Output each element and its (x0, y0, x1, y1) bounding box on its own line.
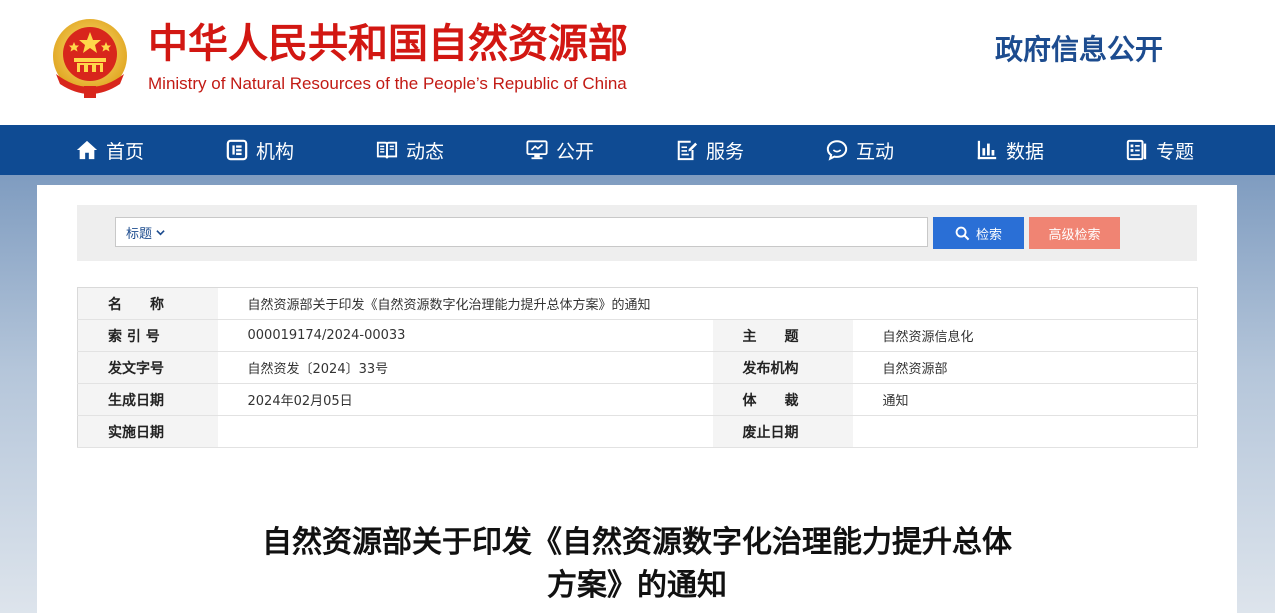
table-row: 名 称 自然资源部关于印发《自然资源数字化治理能力提升总体方案》的通知 (77, 287, 1198, 320)
nav-item-topics[interactable]: 专题 (1126, 125, 1194, 175)
nav-item-label: 服务 (706, 140, 745, 163)
meta-value-publisher: 自然资源部 (852, 351, 1198, 384)
nav-item-label: 动态 (406, 140, 445, 163)
bar-chart-icon (977, 140, 997, 160)
document-metadata-table: 名 称 自然资源部关于印发《自然资源数字化治理能力提升总体方案》的通知 索 引 … (77, 287, 1199, 448)
meta-value-topic: 自然资源信息化 (852, 319, 1198, 352)
meta-key-publisher: 发布机构 (712, 351, 853, 384)
meta-value-expiry-date (852, 415, 1198, 448)
nav-item-label: 首页 (106, 140, 145, 163)
nav-item-label: 数据 (1006, 140, 1045, 163)
advanced-search-label: 高级检索 (1048, 227, 1101, 243)
organization-icon (226, 139, 248, 161)
content-panel: 标题 检索 高级检索 名 称 自然资源部关于印发《自然资源数字化治理能力提升总体… (37, 185, 1237, 613)
search-scope-label: 标题 (126, 226, 153, 242)
meta-key-created-date: 生成日期 (77, 383, 218, 416)
search-box: 标题 (115, 217, 928, 247)
nav-item-label: 机构 (256, 140, 295, 163)
search-panel: 标题 检索 高级检索 (77, 205, 1197, 261)
meta-key-topic: 主 题 (712, 319, 853, 352)
advanced-search-button[interactable]: 高级检索 (1029, 217, 1120, 249)
table-row: 实施日期 废止日期 (77, 415, 1198, 448)
meta-value-genre: 通知 (852, 383, 1198, 416)
site-title-cn[interactable]: 中华人民共和国自然资源部 (148, 20, 628, 68)
chat-icon (826, 140, 848, 161)
site-header: 中华人民共和国自然资源部 Ministry of Natural Resourc… (0, 0, 1275, 125)
meta-key-doc-number: 发文字号 (77, 351, 218, 384)
meta-value-created-date: 2024年02月05日 (217, 383, 713, 416)
table-row: 索 引 号 000019174/2024-00033 主 题 自然资源信息化 (77, 319, 1198, 352)
table-row: 发文字号 自然资发〔2024〕33号 发布机构 自然资源部 (77, 351, 1198, 384)
monitor-icon (526, 140, 548, 160)
book-icon (376, 141, 398, 159)
home-icon (76, 140, 98, 160)
article-title-line: 自然资源部关于印发《自然资源数字化治理能力提升总体 (262, 525, 1012, 560)
nav-item-organization[interactable]: 机构 (226, 125, 294, 175)
nav-item-service[interactable]: 服务 (676, 125, 744, 175)
meta-key-expiry-date: 废止日期 (712, 415, 853, 448)
meta-value-effective-date (217, 415, 713, 448)
document-list-icon (1126, 139, 1147, 161)
meta-value-index: 000019174/2024-00033 (217, 319, 713, 352)
meta-key-genre: 体 裁 (712, 383, 853, 416)
search-button-label: 检索 (975, 227, 1002, 243)
meta-key-name: 名 称 (77, 287, 218, 320)
table-row: 生成日期 2024年02月05日 体 裁 通知 (77, 383, 1198, 416)
search-icon (955, 226, 970, 240)
edit-icon (677, 140, 698, 161)
search-button[interactable]: 检索 (933, 217, 1024, 249)
nav-item-label: 专题 (1156, 140, 1195, 163)
meta-key-index: 索 引 号 (77, 319, 218, 352)
meta-key-effective-date: 实施日期 (77, 415, 218, 448)
chevron-down-icon (156, 229, 165, 235)
article-title: 自然资源部关于印发《自然资源数字化治理能力提升总体 方案》的通知 (227, 521, 1047, 607)
search-scope-select[interactable]: 标题 (126, 218, 165, 246)
nav-item-label: 互动 (856, 140, 895, 163)
article-title-line: 方案》的通知 (547, 568, 727, 603)
site-title-en[interactable]: Ministry of Natural Resources of the Peo… (148, 73, 627, 95)
main-nav: 首页 机构 动态 公开 服务 互动 数据 专题 (0, 125, 1275, 175)
nav-item-interaction[interactable]: 互动 (826, 125, 894, 175)
meta-value-name: 自然资源部关于印发《自然资源数字化治理能力提升总体方案》的通知 (217, 287, 1198, 320)
meta-value-doc-number: 自然资发〔2024〕33号 (217, 351, 713, 384)
nav-item-disclosure[interactable]: 公开 (526, 125, 594, 175)
nav-item-home[interactable]: 首页 (76, 125, 144, 175)
search-input[interactable] (178, 220, 918, 244)
national-emblem-icon[interactable] (50, 18, 130, 100)
section-title[interactable]: 政府信息公开 (995, 32, 1163, 68)
nav-item-label: 公开 (556, 140, 595, 163)
nav-item-news[interactable]: 动态 (376, 125, 444, 175)
nav-item-data[interactable]: 数据 (976, 125, 1044, 175)
